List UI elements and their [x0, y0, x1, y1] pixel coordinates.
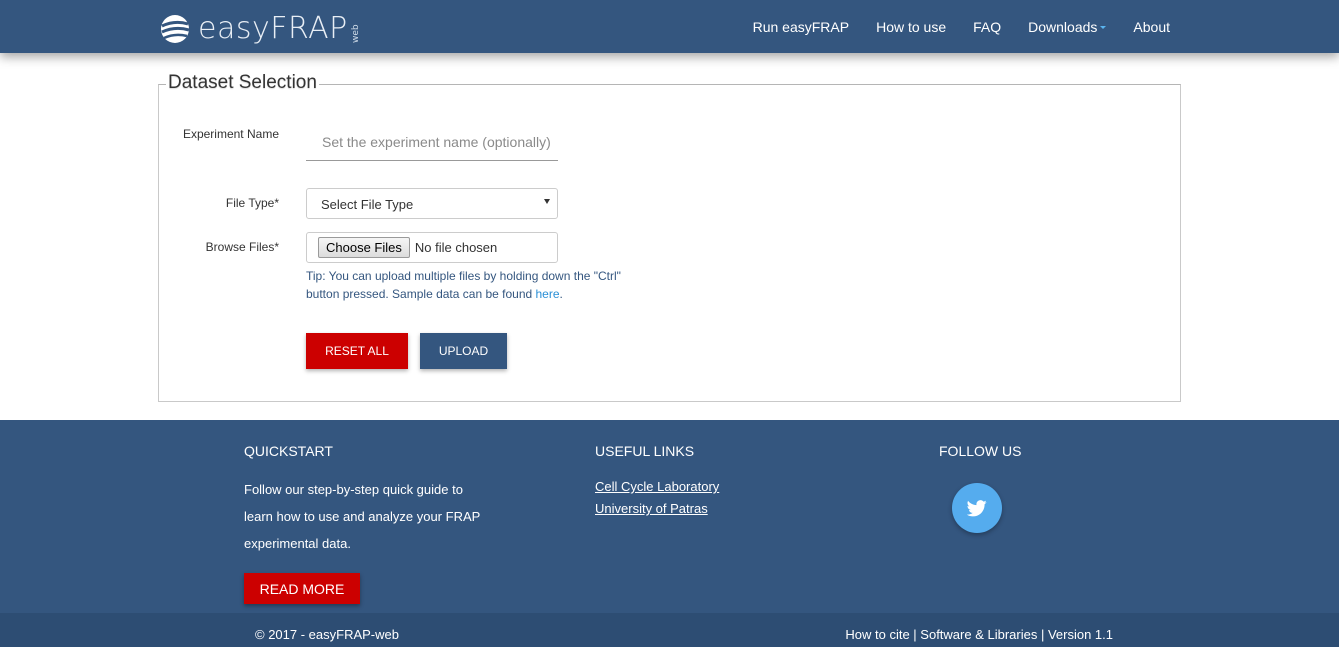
footer: QUICKSTART Follow our step-by-step quick… — [0, 420, 1339, 613]
browse-files-label: Browse Files* — [205, 240, 279, 254]
copyright-bar: © 2017 - easyFRAP-web How to cite | Soft… — [0, 613, 1339, 647]
copyright-text: © 2017 - easyFRAP-web — [255, 627, 399, 642]
file-type-label: File Type* — [225, 196, 279, 210]
fieldset-legend: Dataset Selection — [166, 72, 319, 94]
tip-text: Tip: You can upload multiple files by ho… — [306, 269, 621, 301]
brand-logo[interactable]: easyFRAP web — [158, 11, 361, 47]
nav-how-to-use[interactable]: How to use — [876, 19, 946, 35]
nav-downloads-label: Downloads — [1028, 18, 1098, 35]
sample-data-link[interactable]: here — [536, 287, 560, 301]
nav-downloads[interactable]: Downloads — [1028, 18, 1107, 35]
experiment-name-label: Experiment Name — [182, 127, 279, 141]
useful-links-list: Cell Cycle Laboratory University of Patr… — [595, 476, 719, 520]
reset-all-button[interactable]: RESET ALL — [306, 333, 408, 369]
choose-files-button[interactable]: Choose Files — [318, 237, 410, 258]
chevron-down-icon — [1100, 26, 1107, 29]
follow-us-title: FOLLOW US — [939, 443, 1022, 459]
file-type-select[interactable]: Select File Type — [306, 188, 558, 219]
read-more-button[interactable]: READ MORE — [244, 573, 360, 604]
top-navbar: easyFRAP web Run easyFRAP How to use FAQ… — [0, 0, 1339, 53]
useful-links-title: USEFUL LINKS — [595, 443, 695, 459]
main-nav: Run easyFRAP How to use FAQ Downloads Ab… — [726, 0, 1170, 53]
twitter-bird-icon — [967, 499, 987, 516]
dropdown-arrow-icon — [544, 199, 550, 204]
nav-run-easyfrap[interactable]: Run easyFRAP — [753, 19, 849, 35]
upload-tip: Tip: You can upload multiple files by ho… — [306, 267, 626, 303]
nav-about[interactable]: About — [1133, 19, 1170, 35]
nav-faq[interactable]: FAQ — [973, 19, 1001, 35]
file-status-text: No file chosen — [414, 240, 498, 255]
file-input[interactable]: Choose Files No file chosen — [306, 232, 558, 263]
footer-right-links[interactable]: How to cite | Software & Libraries | Ver… — [845, 627, 1113, 642]
tip-end: . — [559, 287, 563, 301]
link-university-patras[interactable]: University of Patras — [595, 498, 719, 520]
experiment-name-input[interactable] — [306, 123, 558, 161]
brand-sub: web — [350, 24, 361, 43]
twitter-button[interactable] — [952, 483, 1002, 533]
quickstart-text: Follow our step-by-step quick guide to l… — [244, 482, 481, 551]
link-cell-cycle-lab[interactable]: Cell Cycle Laboratory — [595, 476, 719, 498]
brand-name: easyFRAP — [198, 11, 348, 46]
globe-logo-icon — [161, 15, 190, 43]
upload-button[interactable]: UPLOAD — [420, 333, 507, 369]
quickstart-title: QUICKSTART — [244, 443, 333, 459]
file-type-selected: Select File Type — [321, 197, 414, 212]
